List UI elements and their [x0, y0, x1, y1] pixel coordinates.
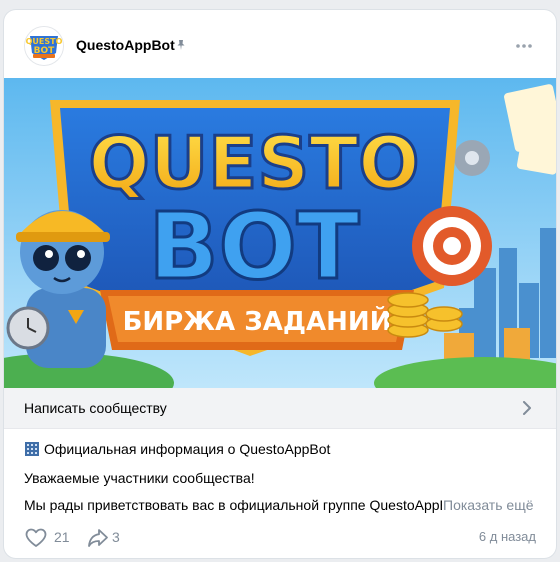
- write-community-label: Написать сообществу: [24, 400, 167, 416]
- heart-icon: [25, 528, 47, 547]
- avatar-logo-top: QUESTO: [26, 37, 63, 46]
- post-banner-image[interactable]: QUESTO BOT БИРЖА ЗАДАНИЙ: [4, 78, 556, 388]
- post-title: Официальная информация о QuestoAppBot: [24, 441, 330, 457]
- pin-icon: [177, 40, 185, 50]
- share-count: 3: [112, 529, 120, 545]
- author-name[interactable]: QuestoAppBot: [76, 37, 175, 53]
- post-title-text: Официальная информация о QuestoAppBot: [44, 441, 331, 457]
- post-body-preview: Мы рады приветствовать вас в официальной…: [24, 497, 442, 513]
- building-icon: [25, 442, 39, 456]
- post-header: QUESTO BOT QuestoAppBot: [4, 10, 556, 78]
- share-icon: [88, 529, 108, 547]
- post-greeting: Уважаемые участники сообщества!: [24, 470, 255, 486]
- post-timestamp[interactable]: 6 д назад: [479, 529, 536, 544]
- post-card: QUESTO BOT QuestoAppBot QUESTO BOT БИРЖА…: [4, 10, 556, 558]
- show-more-link[interactable]: Показать ещё: [443, 497, 534, 513]
- write-community-button[interactable]: Написать сообществу: [4, 388, 556, 429]
- banner-logo-bottom: BOT: [148, 193, 359, 300]
- chevron-right-icon: [523, 401, 531, 415]
- more-dots-icon[interactable]: [514, 36, 534, 56]
- banner-ribbon-text: БИРЖА ЗАДАНИЙ: [123, 305, 392, 337]
- community-avatar[interactable]: QUESTO BOT: [24, 26, 64, 66]
- like-count: 21: [54, 529, 70, 545]
